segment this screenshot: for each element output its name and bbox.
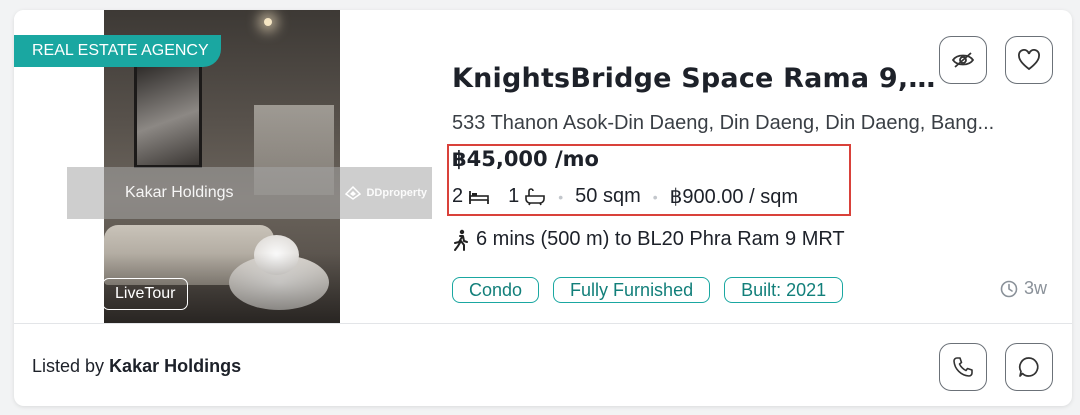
- heart-icon: [1018, 49, 1040, 71]
- chat-button[interactable]: [1005, 343, 1053, 391]
- walk-icon: [454, 229, 468, 251]
- bedrooms-count: 2: [452, 185, 464, 207]
- listing-age-text: 3w: [1024, 278, 1048, 298]
- price-per-area: ฿900.00 / sqm: [669, 186, 799, 208]
- livetour-button[interactable]: LiveTour: [102, 278, 189, 310]
- listing-age: 3w: [1000, 278, 1047, 299]
- listing-photo[interactable]: Kakar Holdings DDproperty REAL ESTATE AG…: [14, 10, 432, 323]
- listing-card[interactable]: Kakar Holdings DDproperty REAL ESTATE AG…: [14, 10, 1072, 406]
- area: 50 sqm: [575, 185, 641, 207]
- photo-count[interactable]: 11: [32, 280, 80, 302]
- call-button[interactable]: [939, 343, 987, 391]
- ddproperty-logo-icon: [345, 186, 362, 200]
- card-divider: [14, 323, 1072, 324]
- hide-icon: [951, 52, 975, 68]
- listing-address: 533 Thanon Asok-Din Daeng, Din Daeng, Di…: [452, 112, 995, 134]
- watermark-logo-text: DDproperty: [366, 187, 427, 199]
- chat-icon: [1018, 357, 1039, 377]
- agent-name[interactable]: Kakar Holdings: [109, 356, 241, 376]
- photo-count-value: 11: [32, 280, 52, 301]
- tag-property-type: Condo: [452, 277, 540, 303]
- listing-title[interactable]: KnightsBridge Space Rama 9, B...: [452, 63, 942, 94]
- phone-icon: [953, 357, 973, 377]
- watermark-text: Kakar Holdings: [125, 184, 234, 201]
- transit-text: 6 mins (500 m) to BL20 Phra Ram 9 MRT: [476, 228, 845, 250]
- listed-by: Listed by Kakar Holdings: [32, 356, 241, 377]
- watermark-logo: DDproperty: [345, 186, 427, 200]
- agency-badge: REAL ESTATE AGENCY: [14, 35, 221, 67]
- images-icon: [58, 281, 80, 301]
- ceiling-light: [264, 18, 272, 26]
- listing-specs: 2 1 • 50 sqm • ฿900.00 / sqm: [452, 184, 798, 209]
- separator-dot: •: [558, 188, 564, 205]
- listing-price: ฿45,000 /mo: [452, 147, 599, 171]
- bath-icon: [525, 187, 546, 205]
- listing-tags: Condo Fully Furnished Built: 2021: [452, 277, 844, 303]
- clock-icon: [1000, 280, 1018, 297]
- bathrooms: 1: [508, 185, 546, 208]
- wall-artwork: [134, 62, 202, 168]
- transit-info: 6 mins (500 m) to BL20 Phra Ram 9 MRT: [452, 228, 845, 251]
- listed-by-prefix: Listed by: [32, 356, 105, 376]
- separator-dot: •: [652, 188, 658, 205]
- favorite-button[interactable]: [1005, 36, 1053, 84]
- bedrooms: 2: [452, 185, 490, 208]
- photo-watermark: Kakar Holdings DDproperty: [67, 167, 432, 219]
- hide-listing-button[interactable]: [939, 36, 987, 84]
- tag-built-year: Built: 2021: [724, 277, 844, 303]
- bed-icon: [469, 190, 490, 204]
- bathrooms-count: 1: [508, 185, 520, 207]
- tag-furnishing: Fully Furnished: [553, 277, 711, 303]
